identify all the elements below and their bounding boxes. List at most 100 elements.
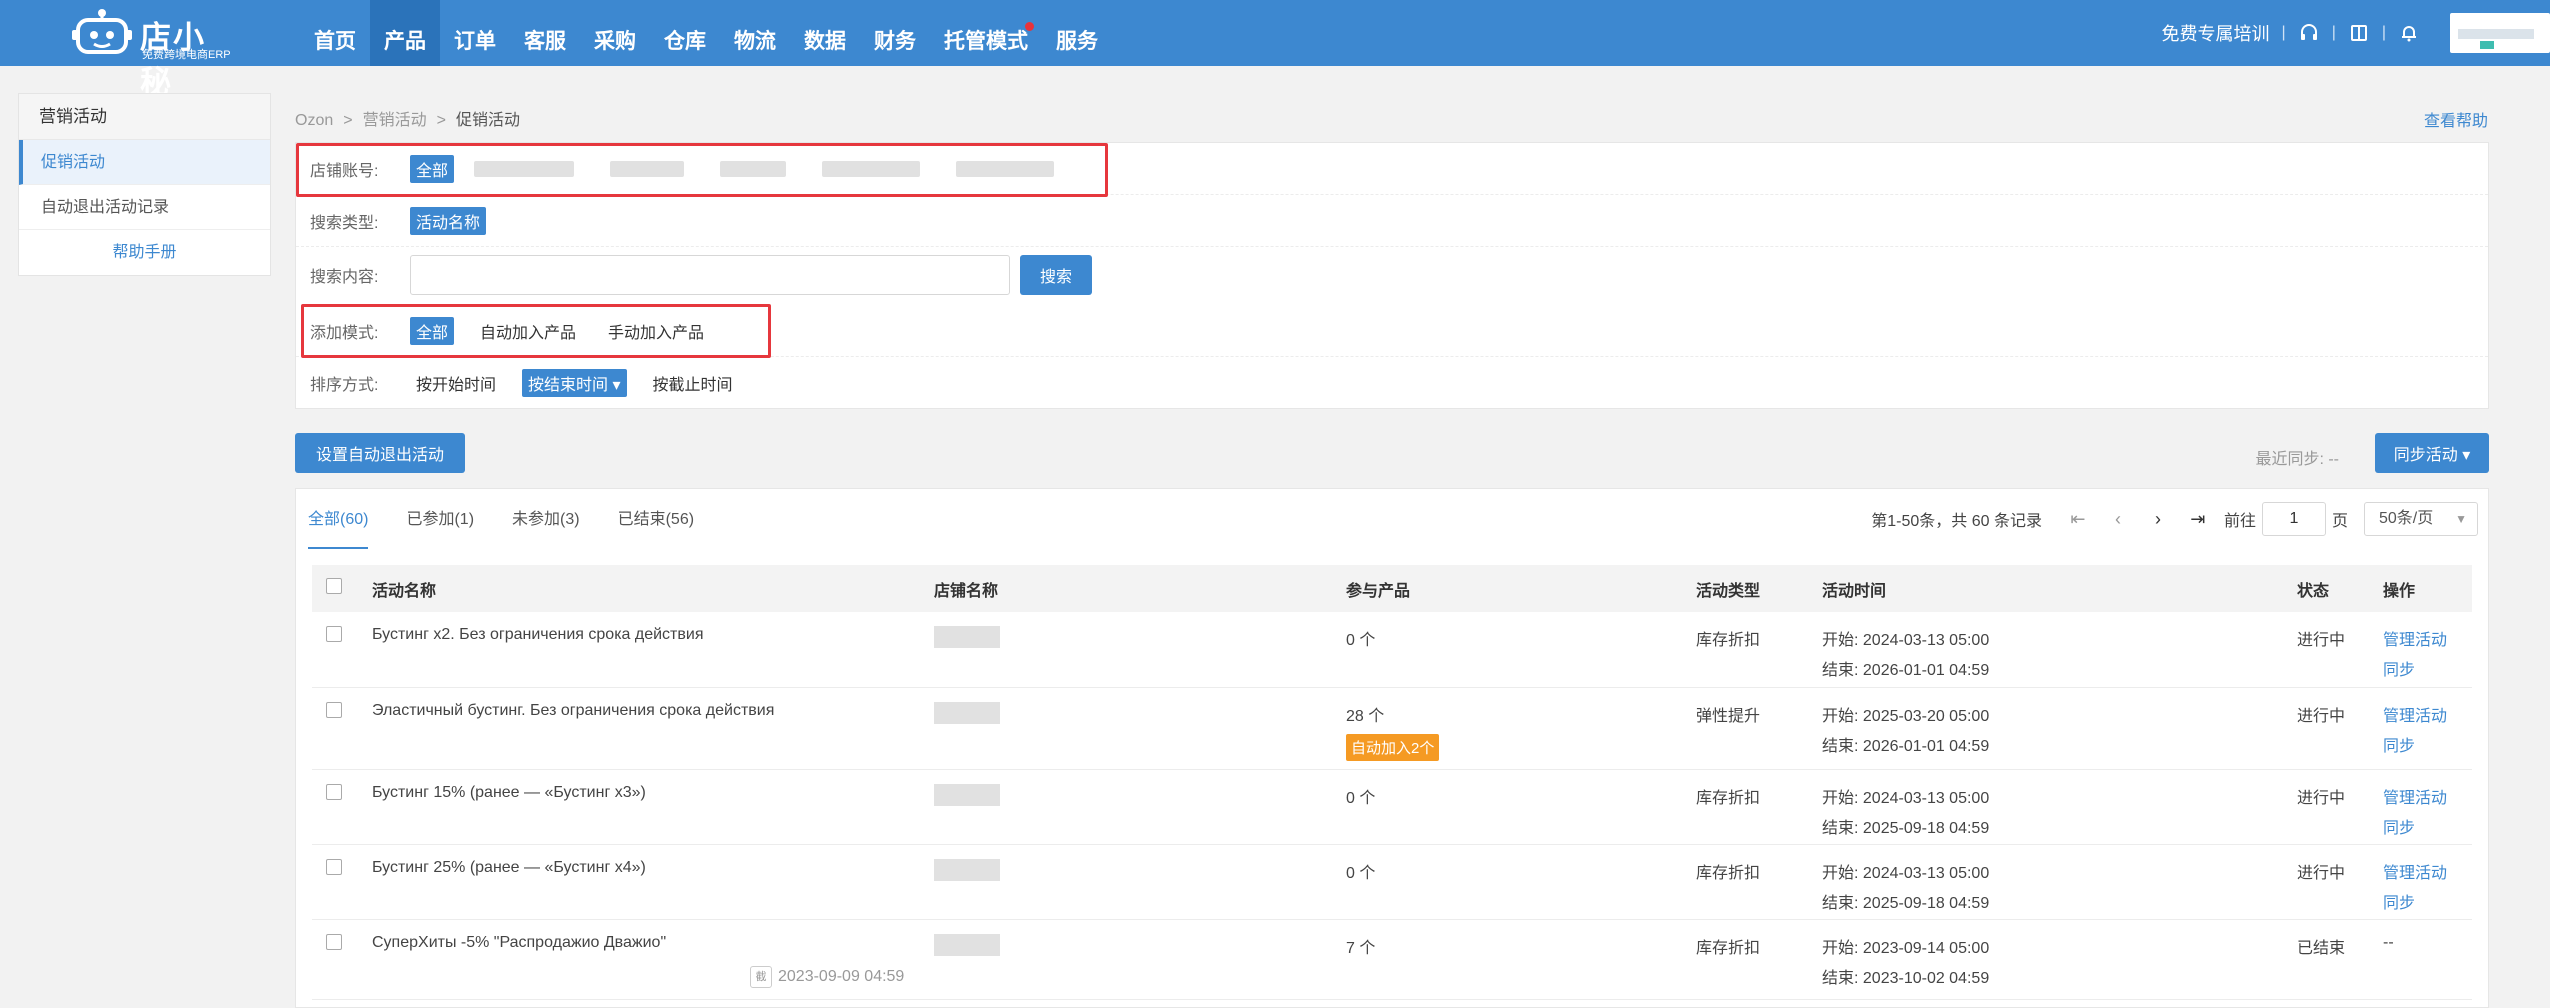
search-type-row: 搜索类型: 活动名称: [296, 195, 2488, 247]
nav-hosting-mode[interactable]: 托管模式: [930, 0, 1042, 66]
page-number-input[interactable]: 1: [2261, 502, 2326, 536]
row-checkbox[interactable]: [326, 858, 342, 875]
user-account-avatar[interactable]: [2450, 13, 2550, 53]
tab-not-joined[interactable]: 未参加(3): [512, 489, 580, 549]
no-action: --: [2383, 933, 2394, 951]
bell-icon[interactable]: [2398, 22, 2420, 44]
search-button[interactable]: 搜索: [1020, 255, 1092, 295]
activity-name: Бустинг x2. Без ограничения срока действ…: [372, 626, 704, 643]
deadline-icon: 截: [750, 965, 772, 988]
deadline-time: 2023-09-09 04:59: [778, 967, 905, 985]
shop-name-blurred: [934, 626, 1000, 648]
row-checkbox[interactable]: [326, 783, 342, 800]
avatar-blur: [2458, 29, 2534, 39]
status: 进行中: [2297, 707, 2346, 725]
goto-label: 前往: [2223, 513, 2256, 530]
nav-products[interactable]: 产品: [370, 0, 440, 66]
book-icon[interactable]: [2348, 22, 2370, 44]
logo-subtitle: 免费跨境电商ERP: [142, 49, 231, 61]
shop-name-blurred: [934, 783, 1000, 806]
activity-type: 库存折扣: [1696, 632, 1761, 649]
app-logo[interactable]: 店小秘 免费跨境电商ERP: [72, 2, 232, 100]
manage-activity-link[interactable]: 管理活动: [2383, 784, 2472, 808]
first-page-icon[interactable]: ⇤: [2058, 509, 2098, 530]
nav-warehouse[interactable]: 仓库: [650, 0, 720, 66]
products-count: 28 个: [1346, 707, 1385, 725]
prev-page-icon[interactable]: ‹: [2098, 509, 2138, 530]
end-time: 结束: 2025-09-18 04:59: [1822, 819, 1990, 837]
last-page-icon[interactable]: ⇥: [2178, 509, 2218, 530]
activities-table: 活动名称 店铺名称 参与产品 活动类型 活动时间 状态 操作 Бустинг x…: [312, 565, 2472, 1000]
nav-home[interactable]: 首页: [300, 0, 370, 66]
tab-joined[interactable]: 已参加(1): [406, 489, 474, 549]
col-activity-type: 活动类型: [1696, 582, 1761, 600]
sidebar-item-promotions[interactable]: 促销活动: [19, 140, 270, 185]
row-checkbox[interactable]: [326, 933, 342, 950]
page-size-select[interactable]: 50条/页 ▼: [2364, 502, 2478, 536]
robot-logo-icon: [72, 9, 132, 54]
sidebar-item-auto-exit-records[interactable]: 自动退出活动记录: [19, 185, 270, 230]
tab-all[interactable]: 全部(60): [308, 489, 369, 549]
next-page-icon[interactable]: ›: [2138, 509, 2178, 530]
search-content-row: 搜索内容: 搜索: [296, 247, 2488, 303]
sync-link[interactable]: 同步: [2383, 656, 2472, 680]
sync-link[interactable]: 同步: [2383, 732, 2472, 756]
nav-purchase[interactable]: 采购: [580, 0, 650, 66]
manage-activity-link[interactable]: 管理活动: [2383, 626, 2472, 650]
tab-ended[interactable]: 已结束(56): [618, 489, 694, 549]
sort-by-deadline[interactable]: 按截止时间: [647, 369, 739, 397]
products-count: 0 个: [1346, 789, 1376, 807]
row-checkbox[interactable]: [326, 626, 342, 642]
nav-services[interactable]: 服务: [1042, 0, 1112, 66]
sidebar-header: 营销活动: [19, 94, 270, 140]
search-content-label: 搜索内容:: [310, 269, 379, 286]
select-all-checkbox[interactable]: [326, 578, 342, 594]
headset-icon[interactable]: [2298, 22, 2320, 44]
nav-finance[interactable]: 财务: [860, 0, 930, 66]
nav-logistics[interactable]: 物流: [720, 0, 790, 66]
last-sync-info: 最近同步: --: [2255, 451, 2339, 468]
activity-name: Бустинг 25% (ранее — «Бустинг x4»): [372, 858, 646, 876]
products-count: 0 个: [1346, 864, 1376, 882]
activity-type: 库存折扣: [1696, 864, 1761, 882]
free-training-link[interactable]: 免费专属培训: [2162, 20, 2270, 46]
activity-name: Эластичный бустинг. Без ограничения срок…: [372, 701, 775, 719]
row-checkbox[interactable]: [326, 701, 342, 718]
col-status: 状态: [2297, 582, 2330, 600]
status: 进行中: [2297, 789, 2346, 807]
col-products: 参与产品: [1346, 582, 1411, 600]
start-time: 开始: 2025-03-20 05:00: [1822, 707, 1990, 725]
filter-panel: 店铺账号: 全部 搜索类型: 活动名称 搜索内容: 搜索 添加模式: 全部 自动…: [295, 142, 2489, 409]
sort-by-start-time[interactable]: 按开始时间: [410, 369, 502, 397]
shop-name-blurred: [934, 933, 1000, 956]
manage-activity-link[interactable]: 管理活动: [2383, 702, 2472, 726]
search-type-label: 搜索类型:: [310, 214, 379, 232]
sync-link[interactable]: 同步: [2383, 814, 2472, 838]
sync-activities-button[interactable]: 同步活动 ▾: [2375, 433, 2489, 473]
status: 进行中: [2297, 864, 2346, 882]
activity-name: СуперХиты -5% "Распродажио Дважио": [372, 933, 667, 951]
breadcrumb-marketing[interactable]: 营销活动: [363, 112, 427, 129]
col-activity-name: 活动名称: [372, 582, 437, 600]
view-help-link[interactable]: 查看帮助: [2424, 107, 2488, 131]
sort-by-end-time[interactable]: 按结束时间 ▾: [522, 369, 627, 397]
status: 进行中: [2297, 632, 2346, 649]
highlight-box-shop-account: [296, 143, 1108, 197]
nav-data[interactable]: 数据: [790, 0, 860, 66]
nav-orders[interactable]: 订单: [440, 0, 510, 66]
start-time: 开始: 2024-03-13 05:00: [1822, 864, 1990, 882]
search-type-activity-name[interactable]: 活动名称: [410, 206, 487, 235]
set-auto-exit-button[interactable]: 设置自动退出活动: [295, 433, 465, 473]
auto-added-badge: 自动加入2个: [1346, 733, 1440, 761]
sidebar-help-manual[interactable]: 帮助手册: [19, 230, 270, 275]
manage-activity-link[interactable]: 管理活动: [2383, 859, 2472, 883]
end-time: 结束: 2023-10-02 04:59: [1822, 969, 1990, 987]
table-row: Бустинг 15% (ранее — «Бустинг x3») 0 个 库…: [312, 769, 2472, 844]
page-size-value: 50条/页: [2379, 510, 2434, 527]
breadcrumb-ozon[interactable]: Ozon: [295, 112, 333, 129]
activity-name: Бустинг 15% (ранее — «Бустинг x3»): [372, 783, 646, 801]
search-input[interactable]: [410, 255, 1010, 295]
activity-type: 库存折扣: [1696, 939, 1761, 957]
nav-customer-service[interactable]: 客服: [510, 0, 580, 66]
sync-link[interactable]: 同步: [2383, 889, 2472, 913]
